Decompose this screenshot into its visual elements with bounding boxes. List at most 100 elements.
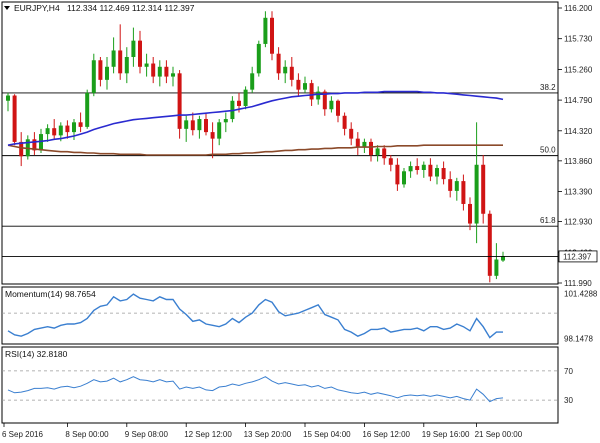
candle-body bbox=[91, 60, 96, 93]
candle-body bbox=[369, 141, 373, 155]
candle-body bbox=[382, 148, 387, 159]
candle-body bbox=[223, 119, 228, 123]
candle-body bbox=[72, 122, 76, 133]
candle-body bbox=[138, 40, 142, 67]
candle-body bbox=[210, 132, 215, 139]
candle-body bbox=[435, 168, 439, 177]
candle-body bbox=[237, 100, 241, 106]
candle-body bbox=[362, 141, 367, 147]
candle-body bbox=[283, 66, 288, 74]
price-panel[interactable] bbox=[1, 1, 559, 285]
candle-body bbox=[263, 17, 268, 44]
fibonacci-label: 38.2 bbox=[540, 83, 556, 92]
candle-body bbox=[45, 128, 50, 135]
candle-body bbox=[448, 179, 453, 191]
rsi-title: RSI(14) 32.8180 bbox=[5, 349, 68, 359]
fibonacci-label: 61.8 bbox=[540, 216, 556, 225]
candle-body bbox=[124, 56, 129, 74]
time-tick-label: 6 Sep 2016 bbox=[2, 430, 43, 439]
candle-body bbox=[375, 148, 380, 155]
candle-body bbox=[454, 181, 459, 191]
time-tick-label: 21 Sep 00:00 bbox=[475, 430, 523, 439]
rsi-tick-label: 70 bbox=[564, 367, 573, 376]
momentum-title: Momentum(14) 98.7654 bbox=[5, 289, 96, 299]
candle-body bbox=[85, 92, 90, 127]
price-tick-label: 116.200 bbox=[564, 4, 593, 13]
candle-body bbox=[6, 95, 10, 101]
symbol-label: EURJPY,H4 bbox=[14, 3, 60, 13]
candle-body bbox=[256, 43, 261, 74]
price-tick-label: 113.390 bbox=[564, 188, 593, 197]
candle-body bbox=[421, 164, 426, 170]
candle-body bbox=[461, 181, 466, 204]
candle-body bbox=[217, 122, 222, 139]
time-tick-label: 8 Sep 00:00 bbox=[65, 430, 109, 439]
candle-body bbox=[105, 66, 109, 80]
candle-body bbox=[342, 115, 347, 129]
candle-body bbox=[441, 168, 446, 180]
candle-body bbox=[474, 164, 479, 224]
candle-body bbox=[481, 164, 486, 214]
candle-body bbox=[184, 120, 189, 129]
candle-body bbox=[118, 50, 123, 74]
candle-body bbox=[355, 138, 360, 147]
candle-body bbox=[309, 83, 314, 100]
candle-body bbox=[402, 171, 406, 185]
candle-body bbox=[164, 66, 169, 77]
price-tick-label: 115.730 bbox=[564, 35, 593, 44]
price-tick-label: 115.260 bbox=[564, 65, 593, 74]
candle-body bbox=[270, 17, 274, 54]
candle-body bbox=[144, 63, 149, 67]
candle-body bbox=[395, 164, 400, 185]
candle-body bbox=[487, 213, 492, 276]
candle-body bbox=[349, 128, 354, 139]
candle-body bbox=[197, 119, 202, 131]
candle-body bbox=[428, 164, 433, 177]
candle-body bbox=[303, 83, 307, 90]
rsi-tick-label: 30 bbox=[564, 396, 573, 405]
price-tick-label: 112.930 bbox=[564, 218, 593, 227]
time-tick-label: 19 Sep 16:00 bbox=[422, 430, 470, 439]
candle-body bbox=[52, 128, 57, 136]
candle-body bbox=[190, 120, 195, 131]
candle-body bbox=[58, 125, 63, 136]
candle-body bbox=[388, 158, 393, 165]
candle-body bbox=[98, 60, 103, 80]
ohlc-values: 112.334 112.469 112.314 112.397 bbox=[67, 3, 195, 13]
candle-body bbox=[501, 256, 505, 261]
candle-body bbox=[250, 73, 255, 90]
candle-body bbox=[243, 89, 248, 106]
price-axis: 116.200 115.730 115.260 114.790 114.320 113.8… bbox=[558, 4, 593, 288]
candle-body bbox=[329, 100, 334, 110]
candle-body bbox=[296, 79, 301, 90]
time-tick-label: 15 Sep 04:00 bbox=[303, 430, 351, 439]
candle-body bbox=[78, 122, 83, 127]
candle-body bbox=[336, 100, 340, 116]
candle-body bbox=[316, 91, 321, 100]
candle-body bbox=[415, 166, 420, 170]
candle-body bbox=[468, 203, 472, 224]
candle-body bbox=[408, 166, 413, 172]
candle-body bbox=[12, 95, 17, 142]
candle-body bbox=[111, 50, 116, 67]
fibonacci-label: 50.0 bbox=[540, 146, 556, 155]
current-price-label: 112.397 bbox=[563, 252, 592, 261]
candle-body bbox=[177, 73, 182, 129]
time-tick-label: 12 Sep 12:00 bbox=[184, 430, 232, 439]
time-tick-label: 9 Sep 08:00 bbox=[125, 430, 169, 439]
time-tick-label: 13 Sep 20:00 bbox=[244, 430, 292, 439]
momentum-tick-label: 101.4288 bbox=[564, 290, 598, 299]
price-tick-label: 113.860 bbox=[564, 157, 593, 166]
candle-body bbox=[171, 73, 175, 77]
candle-body bbox=[65, 125, 70, 133]
candle-body bbox=[131, 40, 136, 57]
price-tick-label: 111.990 bbox=[564, 279, 592, 288]
price-tick-label: 114.320 bbox=[564, 127, 593, 136]
momentum-tick-label: 98.1478 bbox=[564, 334, 593, 343]
chart-canvas[interactable]: EURJPY,H4 112.334 112.469 112.314 112.39… bbox=[0, 0, 600, 443]
candle-body bbox=[276, 53, 281, 74]
candle-body bbox=[289, 66, 294, 80]
candle-body bbox=[494, 259, 499, 276]
price-tick-label: 114.790 bbox=[564, 96, 593, 105]
rsi-panel[interactable] bbox=[1, 346, 559, 424]
